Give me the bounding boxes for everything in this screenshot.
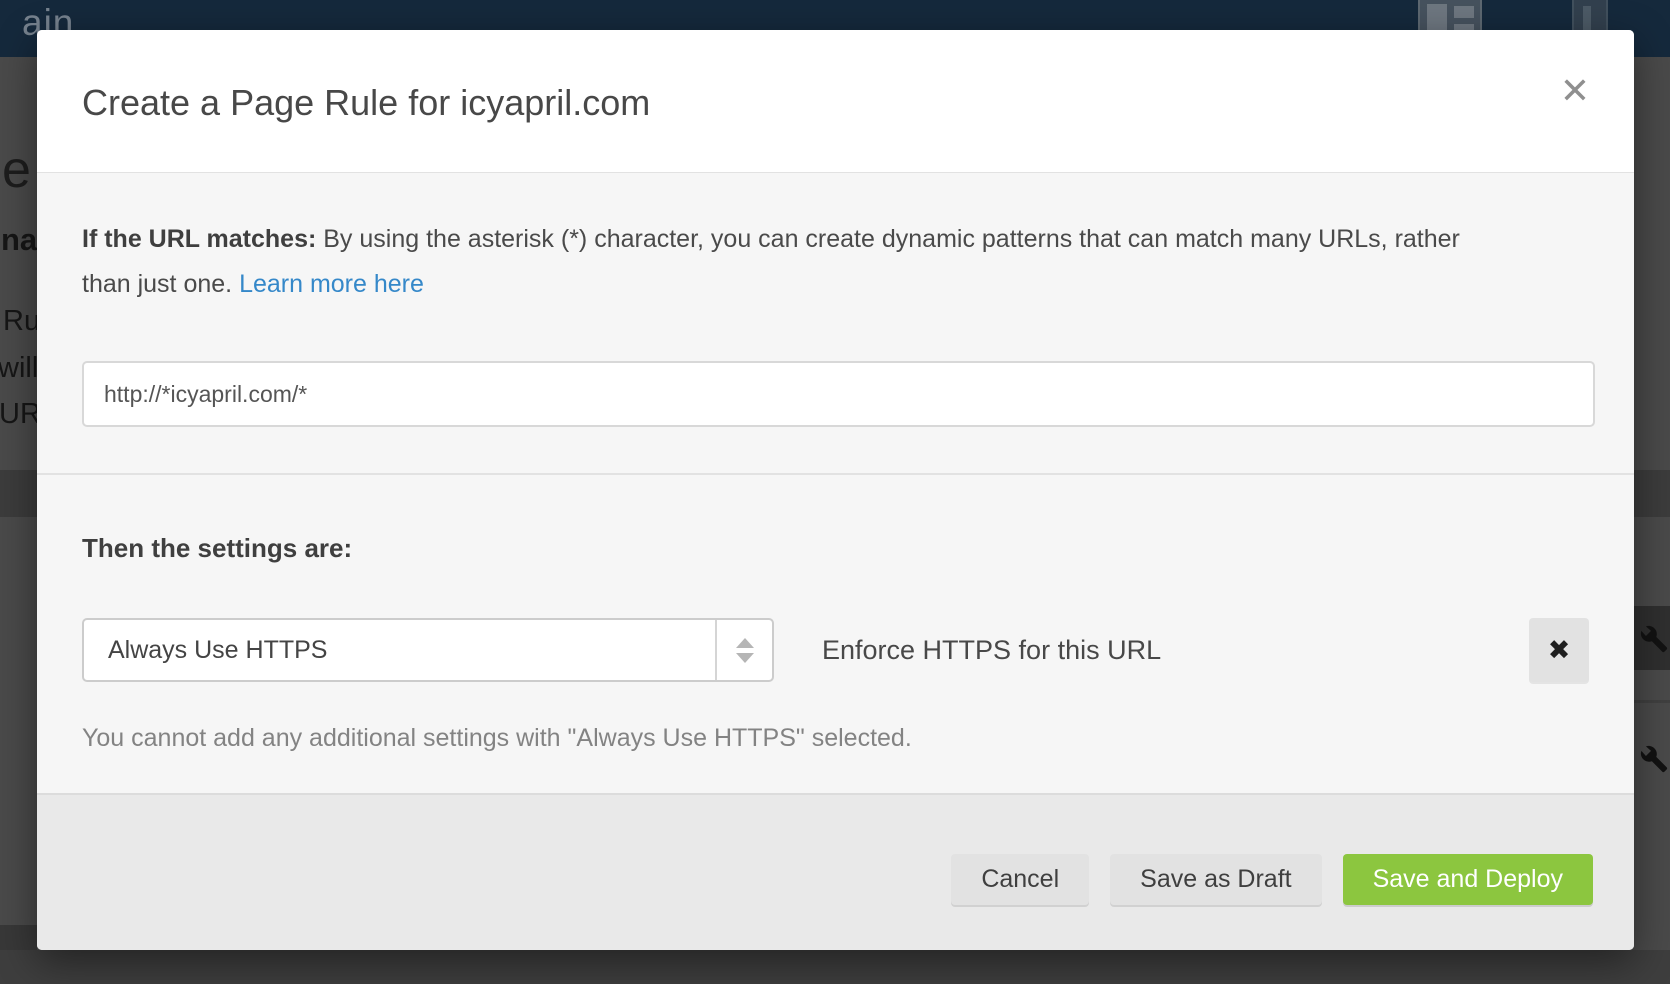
learn-more-link[interactable]: Learn more here [239,270,424,298]
chevron-up-down-icon [715,620,772,680]
url-pattern-input[interactable] [82,361,1595,427]
background-text-fragment: will [0,352,38,385]
background-text-fragment: UR [0,398,41,431]
save-as-draft-button[interactable]: Save as Draft [1110,854,1321,905]
modal-footer: Cancel Save as Draft Save and Deploy [37,793,1634,950]
setting-row: Always Use HTTPS Enforce HTTPS for this … [82,618,1589,682]
settings-section: Then the settings are: Always Use HTTPS … [37,475,1634,753]
cancel-button[interactable]: Cancel [951,854,1089,905]
url-match-section: If the URL matches: By using the asteris… [37,173,1634,427]
modal-header: Create a Page Rule for icyapril.com ✕ [37,30,1634,173]
dimmed-page-bottom [0,950,1670,984]
save-and-deploy-button[interactable]: Save and Deploy [1343,854,1593,905]
dimmed-table-header-band [0,470,37,517]
wrench-icon [1634,606,1670,670]
setting-note: You cannot add any additional settings w… [82,724,1589,753]
x-icon: ✖ [1548,635,1571,666]
create-page-rule-modal: Create a Page Rule for icyapril.com ✕ If… [37,30,1634,950]
wrench-icon [1634,733,1670,783]
screen: ain. e nav Ru will UR Create a Page Rule… [0,0,1670,984]
close-icon[interactable]: ✕ [1560,74,1590,110]
divider [1634,700,1670,703]
setting-select[interactable]: Always Use HTTPS [82,618,774,682]
modal-title: Create a Page Rule for icyapril.com [82,82,650,124]
setting-select-value: Always Use HTTPS [84,620,715,680]
url-match-description-bold: If the URL matches: [82,225,316,253]
setting-description: Enforce HTTPS for this URL [822,635,1161,666]
dimmed-page-bottom-band [0,925,37,950]
settings-heading: Then the settings are: [82,533,1589,564]
remove-setting-button[interactable]: ✖ [1529,618,1589,682]
dimmed-table-header-band [1634,470,1670,517]
background-text-fragment: Ru [3,305,40,338]
url-match-description: If the URL matches: By using the asteris… [82,217,1512,307]
background-text-fragment: e [2,140,31,200]
